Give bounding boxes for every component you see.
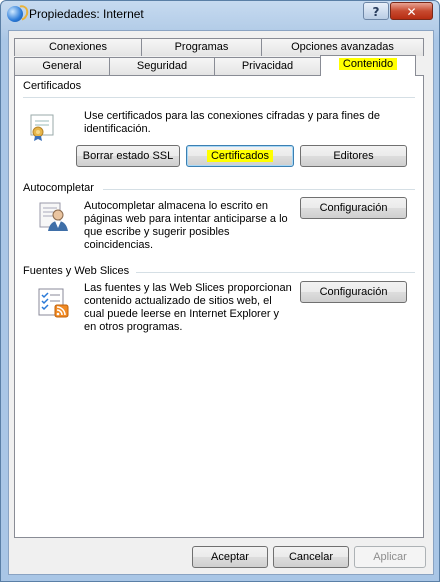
tab-contenido[interactable]: Contenido: [320, 55, 416, 76]
button-label: Configuración: [319, 202, 388, 214]
button-label: Configuración: [319, 286, 388, 298]
button-label: Cancelar: [288, 551, 334, 563]
group-title-autocompletar: Autocompletar: [23, 182, 94, 194]
autocomplete-settings-button[interactable]: Configuración: [300, 197, 407, 219]
accept-button[interactable]: Aceptar: [192, 546, 268, 568]
feeds-settings-button[interactable]: Configuración: [300, 281, 407, 303]
certificate-icon: [28, 111, 60, 143]
button-label: Certificados: [206, 150, 274, 162]
tab-general[interactable]: General: [14, 57, 110, 75]
tab-seguridad[interactable]: Seguridad: [109, 57, 215, 75]
internet-options-icon: [7, 6, 23, 22]
button-label: Editores: [333, 150, 374, 162]
tab-panel-contenido: Certificados Use certificados para las c…: [14, 75, 424, 538]
tab-label: Programas: [174, 41, 229, 53]
tab-label: General: [42, 60, 82, 72]
group-divider: [103, 189, 415, 190]
group-divider: [23, 97, 415, 98]
tab-label: Opciones avanzadas: [291, 41, 394, 53]
tab-programas[interactable]: Programas: [141, 38, 262, 56]
window-title: Propiedades: Internet: [29, 7, 144, 21]
help-button[interactable]: ?: [363, 2, 389, 20]
button-label: Borrar estado SSL: [82, 150, 174, 162]
button-label: Aceptar: [211, 551, 249, 563]
tab-opciones-avanzadas[interactable]: Opciones avanzadas: [261, 38, 424, 56]
tab-label: Seguridad: [136, 60, 188, 72]
group-divider: [136, 272, 415, 273]
dialog-client-area: Conexiones Programas Opciones avanzadas …: [8, 30, 434, 575]
autocompletar-description: Autocompletar almacena lo escrito en pág…: [84, 200, 288, 251]
group-title-certificados: Certificados: [23, 80, 82, 92]
apply-button[interactable]: Aplicar: [354, 546, 426, 568]
button-label: Aplicar: [373, 551, 407, 563]
certificates-button[interactable]: Certificados: [186, 145, 294, 167]
title-bar[interactable]: Propiedades: Internet ? ✕: [1, 1, 439, 29]
group-title-fuentes: Fuentes y Web Slices: [23, 265, 130, 277]
tab-conexiones[interactable]: Conexiones: [14, 38, 142, 56]
feeds-icon: [38, 286, 70, 318]
tab-privacidad[interactable]: Privacidad: [214, 57, 321, 75]
publishers-button[interactable]: Editores: [300, 145, 407, 167]
tab-label: Contenido: [338, 58, 398, 70]
tab-label: Privacidad: [241, 60, 294, 72]
cancel-button[interactable]: Cancelar: [273, 546, 349, 568]
dialog-window: Propiedades: Internet ? ✕ Conexiones Pro…: [0, 0, 440, 582]
close-button[interactable]: ✕: [390, 2, 433, 20]
certificados-description: Use certificados para las conexiones cif…: [84, 110, 380, 135]
tab-label: Conexiones: [48, 41, 108, 53]
fuentes-description: Las fuentes y las Web Slices proporciona…: [84, 282, 292, 333]
clear-ssl-state-button[interactable]: Borrar estado SSL: [76, 145, 180, 167]
autocomplete-user-icon: [39, 200, 71, 232]
